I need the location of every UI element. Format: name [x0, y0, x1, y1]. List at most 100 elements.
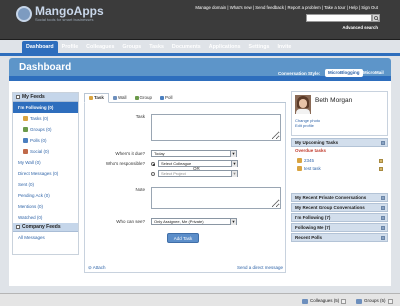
- task-item[interactable]: 2345: [297, 158, 314, 163]
- logo[interactable]: MangoApps Social tools for smart busines…: [16, 5, 104, 22]
- profile-name: Beth Morgan: [315, 97, 353, 104]
- poll-icon: [160, 96, 165, 100]
- tab-task[interactable]: Task: [84, 93, 109, 103]
- group-conversations-header[interactable]: My Recent Group Conversations: [291, 203, 388, 212]
- edit-profile-link[interactable]: Edit profile: [295, 123, 314, 128]
- nav-documents[interactable]: Documents: [168, 41, 205, 53]
- add-task-button[interactable]: Add Task: [167, 233, 199, 243]
- conversation-style-label: Conversation Style:: [278, 71, 321, 76]
- colleagues-icon: [302, 298, 308, 304]
- whats-new-link[interactable]: What's new: [230, 5, 252, 10]
- feed-tasks[interactable]: Tasks (0): [13, 113, 78, 124]
- composer-tabs: Task Wall Group Poll: [84, 93, 286, 103]
- top-header: MangoApps Social tools for smart busines…: [0, 0, 400, 40]
- avatar: [295, 95, 311, 114]
- attach-link[interactable]: ⊘ Attach: [88, 265, 106, 271]
- wall-icon: [112, 96, 117, 100]
- feed-direct-messages[interactable]: Direct Messages (0): [13, 168, 78, 179]
- task-icon: [297, 166, 302, 171]
- help-link[interactable]: Help: [349, 5, 358, 10]
- search-button[interactable]: [372, 14, 380, 22]
- feed-mentions[interactable]: Mentions (0): [13, 201, 78, 212]
- collapse-icon[interactable]: [16, 95, 20, 99]
- nav-underline: [0, 53, 400, 56]
- project-select[interactable]: Select Project ▼: [158, 170, 238, 177]
- nav-tasks[interactable]: Tasks: [145, 41, 168, 53]
- recent-polls-header[interactable]: Recent Polls: [291, 233, 388, 242]
- task-form: Task When's it due? Today ▼ Who's respons…: [84, 103, 286, 273]
- brand-name: MangoApps: [35, 4, 104, 18]
- my-feeds-header: My Feeds: [13, 93, 78, 102]
- expand-icon[interactable]: [381, 206, 385, 210]
- due-select[interactable]: Today ▼: [151, 150, 237, 157]
- visibility-select[interactable]: Only Assignee, Me (Private) ▼: [151, 218, 237, 225]
- tab-poll[interactable]: Poll: [156, 93, 177, 103]
- nav-groups[interactable]: Groups: [118, 41, 145, 53]
- task-icon: [297, 158, 302, 163]
- status-bar: Colleagues (5) Groups (5): [0, 293, 400, 306]
- search-input[interactable]: [306, 14, 372, 22]
- advanced-search-link[interactable]: Advanced search: [342, 25, 378, 30]
- chevron-down-icon: ▼: [230, 151, 236, 157]
- feed-social[interactable]: Social (0): [13, 146, 78, 157]
- chevron-down-icon: ▼: [231, 161, 237, 167]
- nav-applications[interactable]: Applications: [205, 41, 245, 53]
- take-tour-link[interactable]: Take a tour: [324, 5, 345, 10]
- im-following-header[interactable]: I'm Following (7): [291, 213, 388, 222]
- feed-all-messages[interactable]: All Messages: [13, 232, 78, 243]
- tab-group[interactable]: Group: [131, 93, 157, 103]
- colleagues-status[interactable]: Colleagues (5): [302, 297, 347, 305]
- collapse-icon[interactable]: [381, 141, 385, 145]
- expand-icon[interactable]: [381, 216, 385, 220]
- report-problem-link[interactable]: Report a problem: [287, 5, 320, 10]
- feed-sent[interactable]: Sent (0): [13, 179, 78, 190]
- feed-watched[interactable]: Watched (0): [13, 212, 78, 223]
- style-microblogging-button[interactable]: MicroBlogging: [325, 69, 363, 77]
- note-textarea[interactable]: [151, 187, 281, 209]
- following-me-header[interactable]: Following Me (7): [291, 223, 388, 232]
- manage-domain-link[interactable]: Manage domain: [195, 5, 226, 10]
- chevron-down-icon: ▼: [230, 219, 236, 225]
- main-content: My Feeds I'm Following (0) Tasks (0) Gro…: [9, 81, 391, 286]
- expand-icon[interactable]: [381, 226, 385, 230]
- feed-my-wall[interactable]: My Wall (0): [13, 157, 78, 168]
- nav-invite[interactable]: Invite: [273, 41, 295, 53]
- private-conversations-header[interactable]: My Recent Private Conversations: [291, 193, 388, 202]
- expand-box-icon[interactable]: [387, 298, 393, 304]
- tab-wall[interactable]: Wall: [109, 93, 131, 103]
- logo-icon: [16, 5, 32, 22]
- feed-following[interactable]: I'm Following (0): [13, 102, 78, 113]
- nav-settings[interactable]: Settings: [245, 41, 274, 53]
- send-direct-message-link[interactable]: Send a direct message: [237, 265, 283, 270]
- composer: Task Wall Group Poll Task When's it due?…: [84, 93, 286, 285]
- sign-out-link[interactable]: Sign Out: [361, 5, 378, 10]
- upcoming-tasks-header[interactable]: My Upcoming Tasks: [291, 138, 388, 147]
- task-item[interactable]: test task: [297, 166, 321, 171]
- feed-pending-ack[interactable]: Pending Ack (0): [13, 190, 78, 201]
- expand-icon[interactable]: [381, 196, 385, 200]
- responsible-label: Who's responsible?: [105, 161, 145, 166]
- brand-tagline: Social tools for smart businesses: [35, 17, 94, 22]
- expand-icon[interactable]: [381, 236, 385, 240]
- profile-card: Beth Morgan Change photo Edit profile: [291, 91, 388, 136]
- collapse-icon[interactable]: [16, 225, 20, 229]
- tasks-icon: [23, 116, 28, 121]
- task-label: Task: [135, 114, 145, 119]
- style-micromail-button[interactable]: MicroMail: [363, 69, 384, 77]
- colleague-radio[interactable]: [151, 162, 155, 166]
- search-icon: [373, 15, 379, 21]
- groups-status[interactable]: Groups (5): [356, 297, 393, 305]
- main-nav: Dashboard Profile Colleagues Groups Task…: [22, 41, 295, 53]
- groups-icon: [23, 127, 28, 132]
- feed-groups[interactable]: Groups (0): [13, 124, 78, 135]
- task-textarea[interactable]: [151, 114, 281, 141]
- send-feedback-link[interactable]: Send feedback: [255, 5, 284, 10]
- right-panel: Beth Morgan Change photo Edit profile My…: [291, 91, 388, 283]
- project-radio[interactable]: [151, 172, 155, 176]
- nav-colleagues[interactable]: Colleagues: [82, 41, 118, 53]
- nav-profile[interactable]: Profile: [58, 41, 82, 53]
- feed-polls[interactable]: Polls (0): [13, 135, 78, 146]
- nav-dashboard[interactable]: Dashboard: [22, 41, 58, 53]
- company-feeds-header: Company Feeds: [13, 223, 78, 232]
- expand-box-icon[interactable]: [341, 298, 347, 304]
